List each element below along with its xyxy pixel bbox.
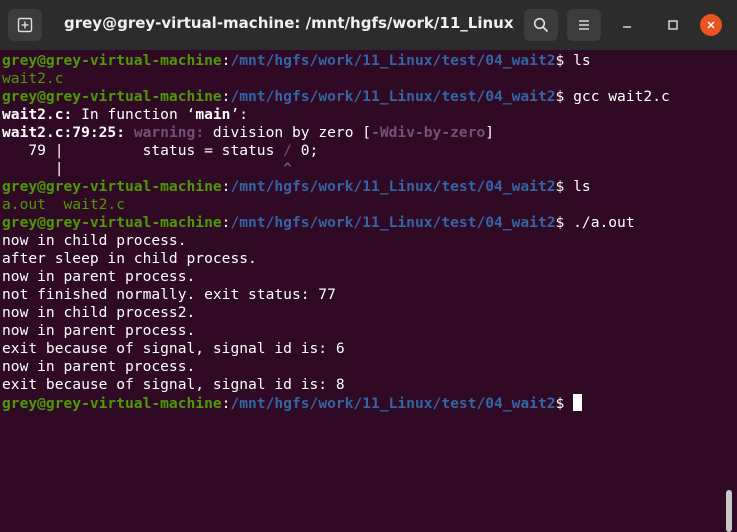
prompt-user: grey@grey-virtual-machine [2, 52, 222, 69]
output-line: now in parent process. [2, 322, 196, 339]
output-line: now in child process. [2, 232, 187, 249]
warning-flag: -Wdiv-by-zero [371, 124, 486, 141]
prompt-user: grey@grey-virtual-machine [2, 395, 222, 412]
output-line: now in child process2. [2, 304, 196, 321]
output-line: exit because of signal, signal id is: 8 [2, 376, 345, 393]
prompt-path: /mnt/hgfs/work/11_Linux/test/04_wait2 [230, 214, 556, 231]
ls-output: a.out wait2.c [2, 196, 126, 213]
compiler-warning-line: wait2.c:79:25: warning: division by zero… [2, 124, 494, 142]
compiler-file: wait2.c: [2, 106, 73, 123]
prompt-path: /mnt/hgfs/work/11_Linux/test/04_wait2 [230, 88, 556, 105]
compiler-in-function: In function ‘ [72, 106, 196, 123]
marker-caret: ^ [283, 160, 292, 177]
hamburger-menu-icon [579, 20, 589, 30]
search-icon [533, 17, 549, 33]
output-line: not finished normally. exit status: 77 [2, 286, 336, 303]
warning-location: wait2.c:79:25: [2, 124, 126, 141]
command-text: ./a.out [573, 214, 635, 231]
prompt-path: /mnt/hgfs/work/11_Linux/test/04_wait2 [230, 52, 556, 69]
output-line: now in parent process. [2, 268, 196, 285]
maximize-icon [668, 20, 678, 30]
title-bar: grey@grey-virtual-machine: /mnt/hgfs/wor… [0, 0, 737, 50]
warning-label: warning: [133, 124, 205, 141]
minimize-button[interactable] [616, 14, 638, 36]
prompt-line: grey@grey-virtual-machine:/mnt/hgfs/work… [2, 178, 591, 196]
prompt-symbol: $ [555, 395, 574, 412]
prompt-line: grey@grey-virtual-machine:/mnt/hgfs/work… [2, 52, 591, 70]
close-icon [707, 21, 715, 29]
compiler-function-close: ’: [230, 106, 249, 123]
prompt-symbol: $ [555, 52, 574, 69]
terminal-area[interactable]: grey@grey-virtual-machine:/mnt/hgfs/work… [0, 50, 737, 532]
output-line: exit because of signal, signal id is: 6 [2, 340, 345, 357]
prompt-symbol: $ [555, 178, 574, 195]
prompt-line: grey@grey-virtual-machine:/mnt/hgfs/work… [2, 394, 583, 412]
ls-output: wait2.c [2, 70, 64, 87]
window-title: grey@grey-virtual-machine: /mnt/hgfs/wor… [64, 14, 514, 32]
minimize-icon [623, 26, 631, 28]
compiler-function-line: wait2.c: In function ‘main’: [2, 106, 248, 124]
maximize-button[interactable] [662, 14, 684, 36]
prompt-user: grey@grey-virtual-machine [2, 88, 222, 105]
scrollbar[interactable] [726, 490, 732, 532]
search-button[interactable] [524, 9, 558, 41]
prompt-line: grey@grey-virtual-machine:/mnt/hgfs/work… [2, 214, 635, 232]
code-operator: / [283, 142, 292, 159]
compiler-code-line: 79 | status = status / 0; [2, 142, 318, 160]
prompt-user: grey@grey-virtual-machine [2, 214, 222, 231]
warning-close-bracket: ] [485, 124, 495, 141]
compiler-function-name: main [195, 106, 231, 123]
command-text: gcc wait2.c [573, 88, 670, 105]
code-prefix: 79 | status = status [2, 142, 284, 159]
output-line: now in parent process. [2, 358, 196, 375]
code-suffix: 0; [291, 142, 319, 159]
prompt-user: grey@grey-virtual-machine [2, 178, 222, 195]
new-tab-icon [17, 17, 33, 33]
command-text: ls [573, 178, 591, 195]
warning-message: division by zero [ [204, 124, 372, 141]
prompt-path: /mnt/hgfs/work/11_Linux/test/04_wait2 [230, 395, 556, 412]
prompt-symbol: $ [555, 214, 574, 231]
prompt-symbol: $ [555, 88, 574, 105]
output-line: after sleep in child process. [2, 250, 257, 267]
new-tab-button[interactable] [8, 9, 42, 41]
close-button[interactable] [700, 14, 722, 36]
command-text: ls [573, 52, 591, 69]
marker-prefix: | [2, 160, 284, 177]
prompt-path: /mnt/hgfs/work/11_Linux/test/04_wait2 [230, 178, 556, 195]
text-cursor [573, 394, 583, 411]
menu-button[interactable] [567, 9, 601, 41]
warning-space [125, 124, 134, 141]
compiler-marker-line: | ^ [2, 160, 292, 178]
prompt-line: grey@grey-virtual-machine:/mnt/hgfs/work… [2, 88, 670, 106]
